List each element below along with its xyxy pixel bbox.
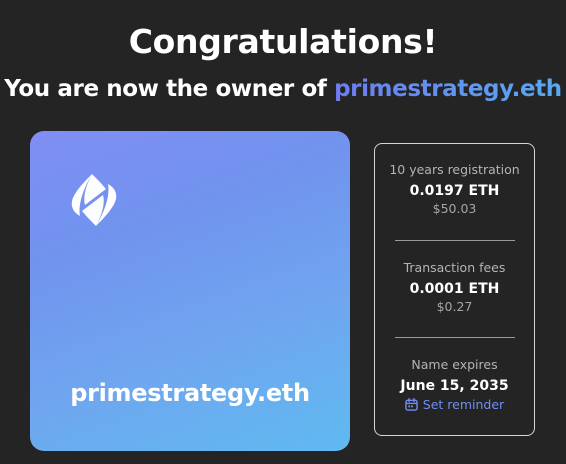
fees-label: Transaction fees bbox=[403, 260, 506, 275]
divider bbox=[395, 240, 515, 241]
owned-domain-name: primestrategy.eth bbox=[334, 76, 562, 102]
ownership-subtitle: You are now the owner of primestrategy.e… bbox=[0, 76, 566, 102]
registration-summary: 10 years registration 0.0197 ETH $50.03 … bbox=[374, 143, 535, 436]
ens-logo-icon bbox=[71, 174, 117, 226]
subtitle-prefix: You are now the owner of bbox=[4, 76, 327, 102]
expiry-section: Name expires June 15, 2035 Set reminder bbox=[375, 357, 534, 415]
registration-cost-section: 10 years registration 0.0197 ETH $50.03 bbox=[375, 162, 534, 216]
registration-eth-value: 0.0197 ETH bbox=[409, 183, 500, 199]
expiry-date: June 15, 2035 bbox=[400, 378, 509, 394]
set-reminder-button[interactable]: Set reminder bbox=[405, 397, 504, 412]
page-title: Congratulations! bbox=[128, 22, 438, 61]
card-domain-name: primestrategy.eth bbox=[70, 379, 310, 407]
name-card: primestrategy.eth bbox=[30, 131, 350, 451]
calendar-icon bbox=[405, 398, 418, 411]
transaction-fees-section: Transaction fees 0.0001 ETH $0.27 bbox=[375, 260, 534, 314]
registration-usd-value: $50.03 bbox=[432, 201, 477, 216]
fees-eth-value: 0.0001 ETH bbox=[409, 281, 500, 297]
fees-usd-value: $0.27 bbox=[436, 299, 473, 314]
registration-label: 10 years registration bbox=[389, 162, 520, 177]
divider bbox=[395, 337, 515, 338]
set-reminder-label: Set reminder bbox=[422, 397, 505, 412]
expiry-label: Name expires bbox=[411, 357, 498, 372]
